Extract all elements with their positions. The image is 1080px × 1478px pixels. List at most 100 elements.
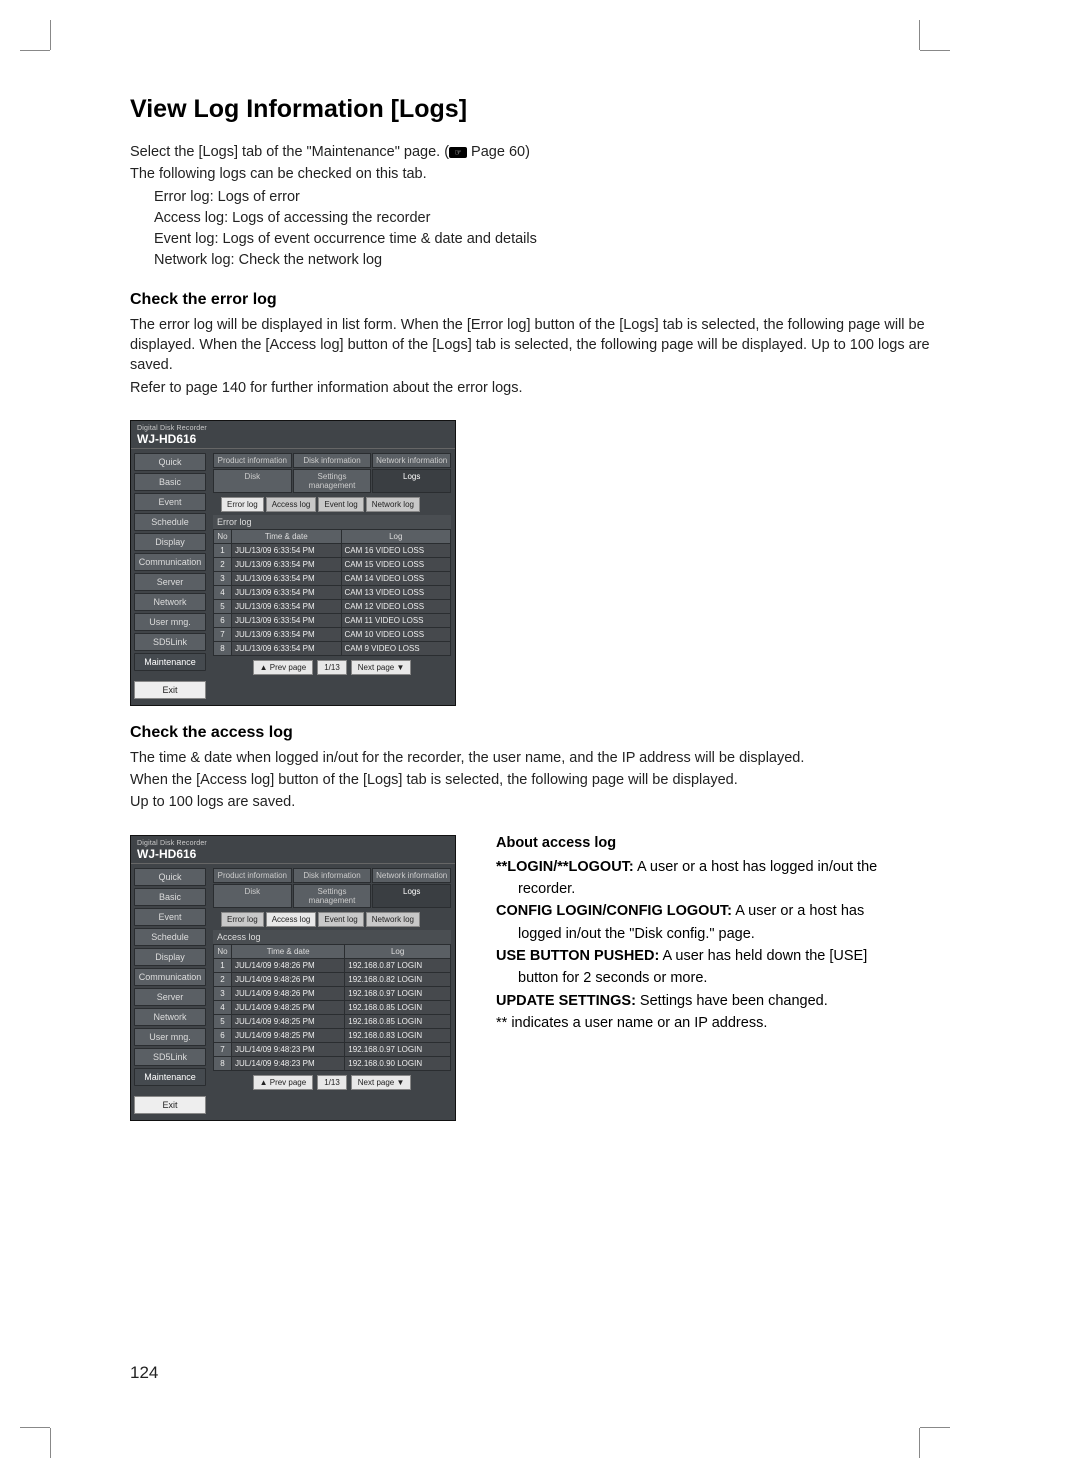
- about-row-cont: button for 2 seconds or more.: [518, 968, 950, 988]
- tab-network-info[interactable]: Network information: [372, 868, 451, 883]
- sidebar-item-network[interactable]: Network: [134, 593, 206, 611]
- subtab-error-log[interactable]: Error log: [221, 912, 264, 927]
- subtab-event-log[interactable]: Event log: [318, 912, 363, 927]
- crop-mark: [20, 1427, 50, 1428]
- tab-disk[interactable]: Disk: [213, 884, 292, 908]
- about-row: USE BUTTON PUSHED: A user has held down …: [496, 946, 950, 966]
- table-row: 6JUL/14/09 9:48:25 PM192.168.0.83 LOGIN: [214, 1028, 451, 1042]
- subtab-network-log[interactable]: Network log: [366, 497, 420, 512]
- error-log-label: Error log: [213, 515, 451, 529]
- table-row: 1JUL/14/09 9:48:26 PM192.168.0.87 LOGIN: [214, 958, 451, 972]
- tab-disk[interactable]: Disk: [213, 469, 292, 493]
- table-row: 3JUL/14/09 9:48:26 PM192.168.0.97 LOGIN: [214, 986, 451, 1000]
- sidebar-item-maintenance[interactable]: Maintenance: [134, 1068, 206, 1086]
- section2-p2: When the [Access log] button of the [Log…: [130, 770, 950, 790]
- exit-button[interactable]: Exit: [134, 1096, 206, 1114]
- about-access-log: About access log **LOGIN/**LOGOUT: A use…: [496, 835, 950, 1035]
- page-counter: 1/13: [317, 660, 347, 675]
- page-content: View Log Information [Logs] Select the […: [130, 95, 950, 1121]
- prev-page-button[interactable]: ▲ Prev page: [253, 660, 314, 675]
- access-log-screenshot: Digital Disk Recorder WJ-HD616 Quick Bas…: [130, 835, 456, 1121]
- log-type-item: Error log: Logs of error: [154, 187, 950, 208]
- about-note: ** indicates a user name or an IP addres…: [496, 1013, 950, 1033]
- table-row: 7JUL/13/09 6:33:54 PMCAM 10 VIDEO LOSS: [214, 627, 451, 641]
- crop-mark: [50, 1428, 51, 1458]
- table-row: 5JUL/13/09 6:33:54 PMCAM 12 VIDEO LOSS: [214, 599, 451, 613]
- intro-text-a: Select the [Logs] tab of the "Maintenanc…: [130, 144, 449, 160]
- sidebar-item-basic[interactable]: Basic: [134, 888, 206, 906]
- crop-mark: [920, 1427, 950, 1428]
- sidebar-item-communication[interactable]: Communication: [134, 553, 206, 571]
- sidebar-item-server[interactable]: Server: [134, 988, 206, 1006]
- about-row: CONFIG LOGIN/CONFIG LOGOUT: A user or a …: [496, 901, 950, 921]
- sidebar-item-schedule[interactable]: Schedule: [134, 513, 206, 531]
- tab-disk-info[interactable]: Disk information: [293, 868, 372, 883]
- subtab-error-log[interactable]: Error log: [221, 497, 264, 512]
- subtab-access-log[interactable]: Access log: [266, 912, 317, 927]
- intro-line-2: The following logs can be checked on thi…: [130, 164, 950, 184]
- prev-page-button[interactable]: ▲ Prev page: [253, 1075, 314, 1090]
- sidebar-item-usermng[interactable]: User mng.: [134, 613, 206, 631]
- sidebar-item-display[interactable]: Display: [134, 533, 206, 551]
- section-heading-error: Check the error log: [130, 291, 950, 309]
- sidebar-item-network[interactable]: Network: [134, 1008, 206, 1026]
- sidebar-item-server[interactable]: Server: [134, 573, 206, 591]
- crop-mark: [50, 20, 51, 50]
- sidebar-item-quick[interactable]: Quick: [134, 453, 206, 471]
- sidebar: Quick Basic Event Schedule Display Commu…: [131, 449, 209, 705]
- tab-product-info[interactable]: Product information: [213, 453, 292, 468]
- sidebar-item-event[interactable]: Event: [134, 493, 206, 511]
- device-model-label: WJ-HD616: [137, 432, 449, 446]
- sidebar-item-schedule[interactable]: Schedule: [134, 928, 206, 946]
- sidebar-item-sd5link[interactable]: SD5Link: [134, 1048, 206, 1066]
- error-log-table: No Time & date Log 1JUL/13/09 6:33:54 PM…: [213, 529, 451, 656]
- subtab-network-log[interactable]: Network log: [366, 912, 420, 927]
- next-page-button[interactable]: Next page ▼: [351, 660, 412, 675]
- table-row: 4JUL/13/09 6:33:54 PMCAM 13 VIDEO LOSS: [214, 585, 451, 599]
- tab-settings-mgmt[interactable]: Settings management: [293, 884, 372, 908]
- tab-product-info[interactable]: Product information: [213, 868, 292, 883]
- sidebar-item-event[interactable]: Event: [134, 908, 206, 926]
- subtab-event-log[interactable]: Event log: [318, 497, 363, 512]
- subtab-access-log[interactable]: Access log: [266, 497, 317, 512]
- sidebar-item-sd5link[interactable]: SD5Link: [134, 633, 206, 651]
- crop-mark: [920, 50, 950, 51]
- table-row: 8JUL/14/09 9:48:23 PM192.168.0.90 LOGIN: [214, 1056, 451, 1070]
- page-counter: 1/13: [317, 1075, 347, 1090]
- section-heading-access: Check the access log: [130, 724, 950, 742]
- section1-p1: The error log will be displayed in list …: [130, 315, 950, 376]
- about-row: **LOGIN/**LOGOUT: A user or a host has l…: [496, 857, 950, 877]
- table-row: 1JUL/13/09 6:33:54 PMCAM 16 VIDEO LOSS: [214, 543, 451, 557]
- tab-network-info[interactable]: Network information: [372, 453, 451, 468]
- sidebar-item-usermng[interactable]: User mng.: [134, 1028, 206, 1046]
- col-no: No: [214, 944, 232, 958]
- about-row-cont: logged in/out the "Disk config." page.: [518, 924, 950, 944]
- intro-text-b: Page 60): [467, 144, 530, 160]
- sidebar-item-communication[interactable]: Communication: [134, 968, 206, 986]
- log-type-item: Network log: Check the network log: [154, 250, 950, 271]
- sidebar-item-quick[interactable]: Quick: [134, 868, 206, 886]
- tab-logs[interactable]: Logs: [372, 884, 451, 908]
- next-page-button[interactable]: Next page ▼: [351, 1075, 412, 1090]
- table-row: 2JUL/14/09 9:48:26 PM192.168.0.82 LOGIN: [214, 972, 451, 986]
- tab-settings-mgmt[interactable]: Settings management: [293, 469, 372, 493]
- table-row: 5JUL/14/09 9:48:25 PM192.168.0.85 LOGIN: [214, 1014, 451, 1028]
- device-model-label: WJ-HD616: [137, 847, 449, 861]
- crop-mark: [20, 50, 50, 51]
- table-row: 4JUL/14/09 9:48:25 PM192.168.0.85 LOGIN: [214, 1000, 451, 1014]
- sidebar: Quick Basic Event Schedule Display Commu…: [131, 864, 209, 1120]
- table-row: 8JUL/13/09 6:33:54 PMCAM 9 VIDEO LOSS: [214, 641, 451, 655]
- device-type-label: Digital Disk Recorder: [137, 840, 449, 847]
- error-log-screenshot: Digital Disk Recorder WJ-HD616 Quick Bas…: [130, 420, 456, 706]
- section1-p2: Refer to page 140 for further informatio…: [130, 378, 950, 398]
- section2-p3: Up to 100 logs are saved.: [130, 792, 950, 812]
- table-row: 7JUL/14/09 9:48:23 PM192.168.0.97 LOGIN: [214, 1042, 451, 1056]
- exit-button[interactable]: Exit: [134, 681, 206, 699]
- log-type-item: Event log: Logs of event occurrence time…: [154, 229, 950, 250]
- sidebar-item-display[interactable]: Display: [134, 948, 206, 966]
- tab-disk-info[interactable]: Disk information: [293, 453, 372, 468]
- sidebar-item-maintenance[interactable]: Maintenance: [134, 653, 206, 671]
- col-time: Time & date: [232, 944, 345, 958]
- tab-logs[interactable]: Logs: [372, 469, 451, 493]
- sidebar-item-basic[interactable]: Basic: [134, 473, 206, 491]
